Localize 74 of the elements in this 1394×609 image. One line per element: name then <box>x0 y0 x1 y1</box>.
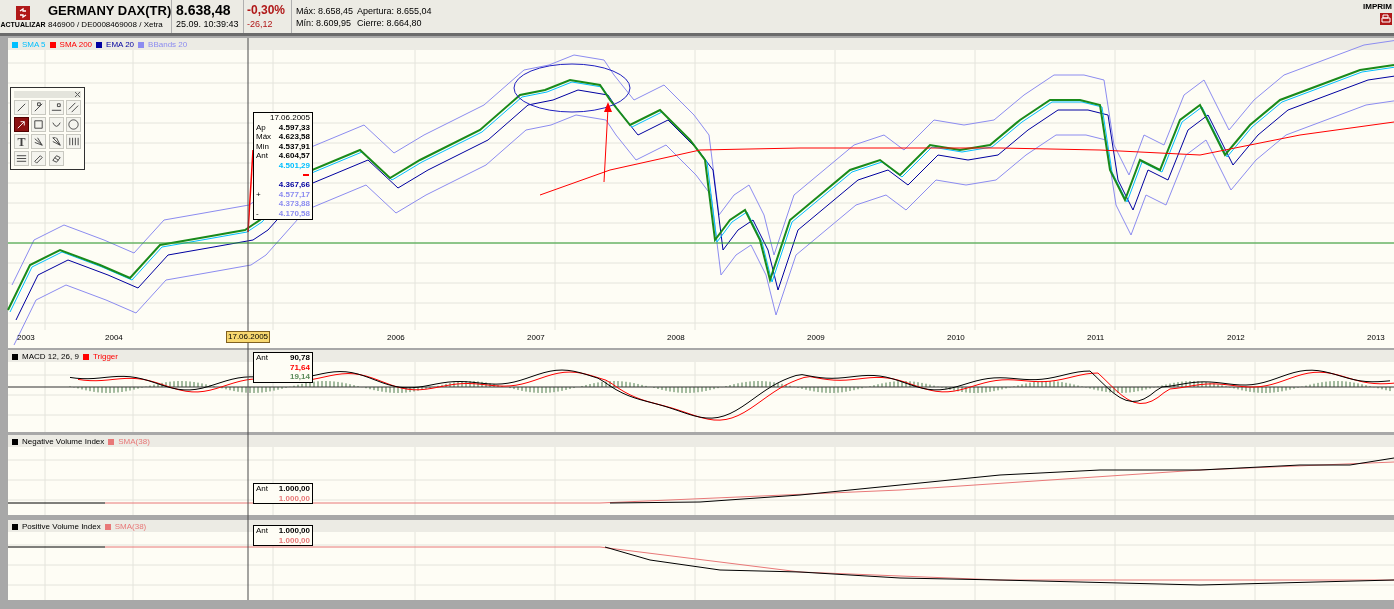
drawing-tool[interactable] <box>14 117 29 132</box>
tooltip-label: - <box>256 208 259 219</box>
year-label: 2008 <box>667 333 685 343</box>
legend-label: Positive Volume Index <box>22 522 101 532</box>
stat-text: Mín: 8.609,95 <box>296 16 353 29</box>
tooltip-value: 19,14 <box>289 372 310 382</box>
print-label: IMPRIM <box>1363 3 1392 11</box>
year-label: 2009 <box>807 333 825 343</box>
tooltip-value: 4.537,91 <box>278 141 310 152</box>
arrow-tool-icon <box>15 118 28 131</box>
year-label: 2012 <box>1227 333 1245 343</box>
stat-text: Máx: 8.658,45 <box>296 4 354 17</box>
tooltip-value: 4.367,66 <box>278 180 310 190</box>
tooltip-label: Min <box>256 141 269 152</box>
legend-label: Negative Volume Index <box>22 437 105 447</box>
instrument-name: GERMANY DAX(TR) <box>48 3 172 19</box>
stat-text: Cierre: 8.664,80 <box>357 16 423 29</box>
stat-text: Apertura: 8.655,04 <box>357 4 432 17</box>
legend-label: SMA(38) <box>118 437 150 447</box>
tooltip-value: 4.597,33 <box>278 122 310 133</box>
tooltip-label: Ant <box>256 484 268 495</box>
tooltip-value: 1.000,00 <box>278 535 310 546</box>
tooltip-date: 17.06.2005 <box>268 113 310 123</box>
tooltip-value: 4.604,57 <box>278 151 310 161</box>
tooltip-label: Ant <box>256 151 268 161</box>
year-label: 2006 <box>387 333 405 343</box>
tooltip-value: 4.501,29 <box>278 160 310 171</box>
vlines-tool-icon <box>66 135 80 148</box>
legend-label: MACD 12, 26, 9 <box>22 352 79 362</box>
year-label: 2011 <box>1087 333 1105 343</box>
tooltip-label: Ant <box>256 353 268 364</box>
tooltip-value: 90,78 <box>289 353 310 363</box>
tooltip-label: Ant <box>256 526 268 537</box>
tooltip-value: 4.170,58 <box>278 208 310 219</box>
circle-tool-icon <box>66 118 80 131</box>
legend-label: SMA 200 <box>59 40 93 50</box>
printer-icon[interactable] <box>1380 13 1392 25</box>
tooltip-value: 1.000,00 <box>278 526 310 536</box>
hlines-tool-icon <box>15 152 28 165</box>
change-percent: -0,30% <box>247 1 286 18</box>
tooltip-value: 71,64 <box>289 362 310 373</box>
rectangle-tool-icon <box>32 118 46 131</box>
legend-label: EMA 20 <box>106 40 135 50</box>
tooltip-label: Máx <box>256 132 272 142</box>
tooltip-label: Ap <box>256 122 266 133</box>
close-icon[interactable] <box>74 91 81 98</box>
year-label: 2003 <box>17 333 35 343</box>
legend-label: SMA 5 <box>22 40 46 50</box>
tooltip-value: 1.000,00 <box>278 493 310 504</box>
line-tool-icon <box>15 101 28 114</box>
cursor-date-label: 17.06.2005 <box>226 331 271 343</box>
tooltip-value: 4.577,17 <box>278 189 310 200</box>
parallel-tool-icon <box>66 101 80 114</box>
fan-tool-icon <box>32 135 46 148</box>
legend-label: BBands 20 <box>148 40 188 50</box>
tooltip-label: + <box>256 189 261 200</box>
tooltip-value: 4.623,58 <box>278 132 310 142</box>
refresh-icon <box>16 5 30 20</box>
brush-tool-icon <box>32 152 46 165</box>
tooltip-value: 4.373,88 <box>278 199 310 209</box>
instrument-ids: 846900 / DE0008469008 / Xetra <box>48 19 163 30</box>
hline-label-tool-icon <box>49 101 63 114</box>
quote-time: 25.09. 10:39:43 <box>176 18 239 31</box>
last-price: 8.638,48 <box>176 1 232 18</box>
legend-label: Trigger <box>92 352 118 362</box>
drawing-tool[interactable]: T <box>14 134 29 149</box>
eraser-tool-icon <box>49 152 63 165</box>
legend-label: SMA(38) <box>114 522 147 532</box>
year-label: 2004 <box>105 333 123 343</box>
year-label: 2010 <box>947 333 965 343</box>
year-label: 2007 <box>527 333 545 343</box>
change-absolute: -26,12 <box>247 17 273 31</box>
tooltip-value: 1.000,00 <box>278 484 310 494</box>
year-label: 2013 <box>1367 333 1385 343</box>
